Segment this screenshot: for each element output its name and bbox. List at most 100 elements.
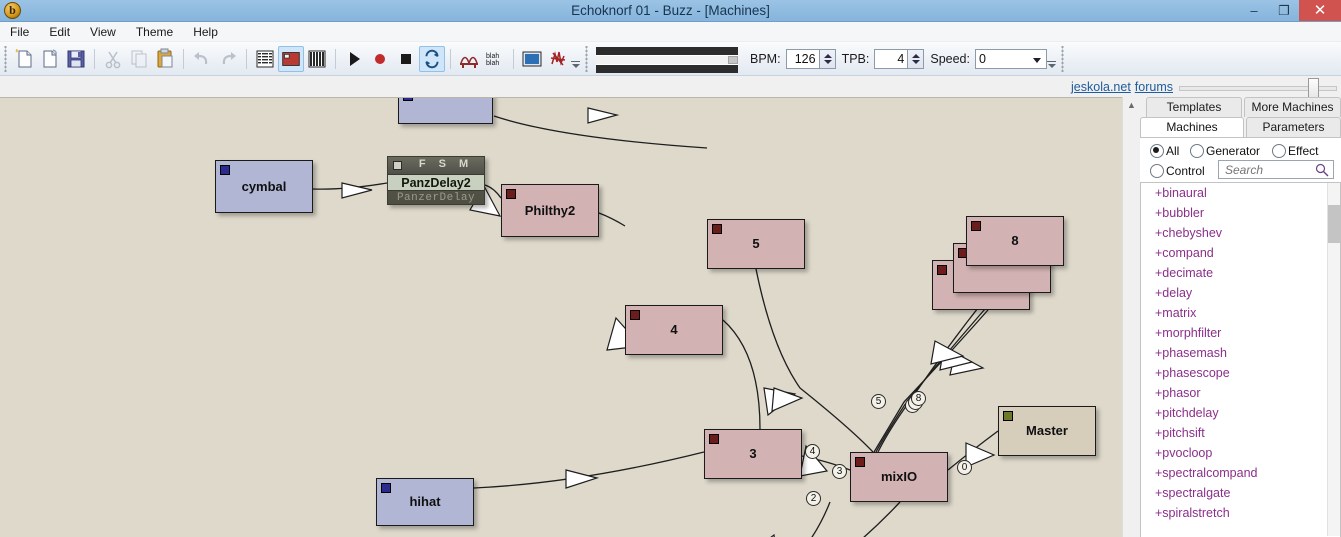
record-icon[interactable] [367, 46, 393, 72]
connection-index-badge[interactable]: 0 [957, 460, 972, 475]
machine-node[interactable]: hihat [376, 478, 474, 526]
machine-power-icon[interactable] [393, 161, 402, 170]
menu-item-file[interactable]: File [0, 22, 39, 42]
save-icon[interactable] [63, 46, 89, 72]
play-icon[interactable] [341, 46, 367, 72]
comments-icon[interactable]: blah blah [482, 46, 508, 72]
bpm-input[interactable]: 126 [785, 49, 820, 69]
list-item[interactable]: +bubbler [1141, 203, 1340, 223]
radio-filter-all[interactable]: All [1150, 144, 1179, 158]
machine-led-icon [709, 434, 719, 444]
machine-node[interactable] [398, 98, 493, 124]
machine-node[interactable]: F S M PanzDelay2 PanzerDelay [387, 156, 485, 205]
open-file-icon[interactable] [37, 46, 63, 72]
list-item[interactable]: +delay [1141, 283, 1340, 303]
machine-led-icon [403, 98, 413, 101]
paste-icon[interactable] [152, 46, 178, 72]
cut-icon[interactable] [100, 46, 126, 72]
machine-node[interactable]: 5 [707, 219, 805, 269]
radio-filter-generator[interactable]: Generator [1190, 144, 1260, 158]
tab-parameters[interactable]: Parameters [1246, 117, 1341, 137]
machine-node[interactable]: 3 [704, 429, 802, 479]
forums-link[interactable]: forums [1135, 80, 1173, 94]
tpb-input[interactable]: 4 [874, 49, 909, 69]
bpm-stepper[interactable] [819, 49, 836, 69]
transport-overflow-chevron[interactable] [1046, 42, 1057, 76]
list-item[interactable]: +phasescope [1141, 363, 1340, 383]
connection-index-badge[interactable]: 2 [806, 491, 821, 506]
toolbar-overflow-chevron[interactable] [571, 42, 581, 76]
sequence-view-icon[interactable] [304, 46, 330, 72]
search-input[interactable] [1223, 162, 1311, 177]
seq-track[interactable] [596, 56, 738, 64]
wavetable-icon[interactable] [456, 46, 482, 72]
tpb-stepper[interactable] [908, 49, 925, 69]
loop-icon[interactable] [419, 46, 445, 72]
machine-node[interactable]: Master [998, 406, 1096, 456]
speed-select[interactable]: 0 [974, 49, 1047, 69]
list-item[interactable]: +decimate [1141, 263, 1340, 283]
list-item[interactable]: +phasor [1141, 383, 1340, 403]
list-item[interactable]: +matrix [1141, 303, 1340, 323]
list-item[interactable]: +phasemash [1141, 343, 1340, 363]
undo-icon[interactable] [189, 46, 215, 72]
tab-templates[interactable]: Templates [1146, 97, 1242, 117]
machine-list-scroll-thumb[interactable] [1328, 205, 1340, 243]
toolbar-grip[interactable] [1058, 46, 1066, 72]
toolbar-grip[interactable] [583, 46, 590, 72]
radio-filter-effect[interactable]: Effect [1272, 144, 1318, 158]
connection-index-badge[interactable]: 8 [911, 391, 926, 406]
machine-label: PanzDelay2 [388, 174, 484, 191]
connection-index-badge[interactable]: 3 [832, 464, 847, 479]
machine-label: 4 [670, 322, 678, 337]
connection-index-badge[interactable]: 5 [871, 394, 886, 409]
list-item[interactable]: +spectralgate [1141, 483, 1340, 503]
info-view-icon[interactable] [519, 46, 545, 72]
canvas-vertical-scrollbar[interactable]: ▲ [1122, 97, 1140, 537]
machine-canvas[interactable]: cymbal F S M PanzDelay2 PanzerDelay Phil… [0, 97, 1122, 537]
list-item[interactable]: +morphfilter [1141, 323, 1340, 343]
toolbar-grip[interactable] [2, 46, 9, 72]
seq-thumb[interactable] [728, 56, 738, 64]
search-icon[interactable] [1315, 163, 1329, 177]
radio-filter-control[interactable]: Control [1150, 164, 1205, 178]
list-item[interactable]: +spiralstretch [1141, 503, 1340, 523]
list-item[interactable]: +binaural [1141, 183, 1340, 203]
menu-item-edit[interactable]: Edit [39, 22, 80, 42]
sequence-position-bar[interactable] [596, 47, 738, 73]
machine-node[interactable]: 4 [625, 305, 723, 355]
list-item[interactable]: +compand [1141, 243, 1340, 263]
machine-node[interactable]: 8 [966, 216, 1064, 266]
menu-item-theme[interactable]: Theme [126, 22, 183, 42]
jeskola-link[interactable]: jeskola.net [1071, 80, 1131, 94]
list-item[interactable]: +pvocloop [1141, 443, 1340, 463]
machine-list[interactable]: +binaural +bubbler +chebyshev +compand +… [1140, 182, 1341, 537]
close-button[interactable]: ✕ [1299, 0, 1341, 21]
tab-more-machines[interactable]: More Machines [1244, 97, 1341, 117]
machine-node[interactable]: mixIO [850, 452, 948, 502]
machine-node[interactable]: Philthy2 [501, 184, 599, 237]
redo-icon[interactable] [215, 46, 241, 72]
search-box[interactable] [1218, 160, 1334, 179]
scroll-up-icon[interactable]: ▲ [1123, 97, 1140, 114]
list-item[interactable]: +pitchdelay [1141, 403, 1340, 423]
menu-item-help[interactable]: Help [183, 22, 228, 42]
connection-index-badge[interactable]: 4 [805, 444, 820, 459]
list-item[interactable]: +pitchsift [1141, 423, 1340, 443]
new-file-icon[interactable] [11, 46, 37, 72]
minimize-button[interactable]: – [1239, 0, 1269, 21]
copy-icon[interactable] [126, 46, 152, 72]
list-item[interactable]: +chebyshev [1141, 223, 1340, 243]
machine-view-icon[interactable] [278, 46, 304, 72]
stop-icon[interactable] [393, 46, 419, 72]
machine-node[interactable]: cymbal [215, 160, 313, 213]
maximize-restore-button[interactable]: ❐ [1269, 0, 1299, 21]
tab-machines[interactable]: Machines [1140, 117, 1244, 137]
midi-icon[interactable] [545, 46, 571, 72]
list-item[interactable]: +spectralcompand [1141, 463, 1340, 483]
zoom-slider-thumb[interactable] [1308, 78, 1319, 99]
machine-list-scrollbar[interactable] [1327, 183, 1340, 536]
pattern-view-icon[interactable] [252, 46, 278, 72]
menu-item-view[interactable]: View [80, 22, 126, 42]
machine-fsm-buttons[interactable]: F S M [412, 158, 480, 170]
